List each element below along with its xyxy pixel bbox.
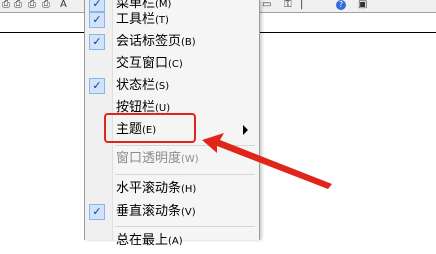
menu-separator bbox=[115, 145, 255, 146]
separator-icon: | bbox=[300, 0, 304, 10]
menu-item-label: 总在最上(A) bbox=[116, 233, 183, 248]
print-icon[interactable]: ⎙ bbox=[42, 0, 50, 10]
menu-item-label: 状态栏(S) bbox=[116, 78, 170, 93]
menu-item-compose-window[interactable]: 交互窗口(C) bbox=[85, 52, 259, 76]
font-icon[interactable]: A bbox=[60, 0, 67, 10]
menu-item-label: 工具栏(T) bbox=[116, 12, 169, 27]
copy-icon[interactable]: ▭ bbox=[262, 0, 271, 10]
menu-item-always-on-top[interactable]: 总在最上(A) bbox=[85, 229, 259, 253]
menu-item-statusbar[interactable]: ✓ 状态栏(S) bbox=[85, 74, 259, 98]
menu-item-session-tabs[interactable]: ✓ 会话标签页(B) bbox=[85, 30, 259, 54]
menu-item-label: 交互窗口(C) bbox=[116, 56, 183, 71]
print-icon[interactable]: ⎙ bbox=[2, 0, 10, 10]
menu-item-label: 水平滚动条(H) bbox=[116, 181, 197, 196]
menu-item-label: 窗口透明度(W) bbox=[116, 151, 199, 166]
check-icon: ✓ bbox=[89, 34, 105, 50]
menu-item-horizontal-scrollbar[interactable]: 水平滚动条(H) bbox=[85, 177, 259, 201]
menu-item-window-transparency: 窗口透明度(W) bbox=[85, 147, 259, 171]
menu-item-label: 垂直滚动条(V) bbox=[116, 204, 196, 219]
check-icon: ✓ bbox=[89, 78, 105, 94]
menu-separator bbox=[115, 174, 255, 175]
menu-item-label: 会话标签页(B) bbox=[116, 34, 196, 49]
menu-separator bbox=[115, 226, 255, 227]
menu-item-toolbar[interactable]: ✓ 工具栏(T) bbox=[85, 8, 259, 32]
check-icon: ✓ bbox=[89, 204, 105, 220]
window-icon[interactable]: ▣ bbox=[358, 0, 367, 10]
key-icon[interactable]: ⚿ bbox=[284, 0, 292, 10]
submenu-arrow-icon bbox=[243, 125, 248, 135]
print-preview-icon[interactable]: ⎙ bbox=[14, 0, 22, 10]
help-icon[interactable]: ? bbox=[336, 0, 346, 10]
check-icon: ✓ bbox=[89, 12, 105, 28]
menu-item-vertical-scrollbar[interactable]: ✓ 垂直滚动条(V) bbox=[85, 200, 259, 224]
print-icon[interactable]: ⎙ bbox=[28, 0, 36, 10]
theme-highlight-box bbox=[104, 113, 196, 143]
